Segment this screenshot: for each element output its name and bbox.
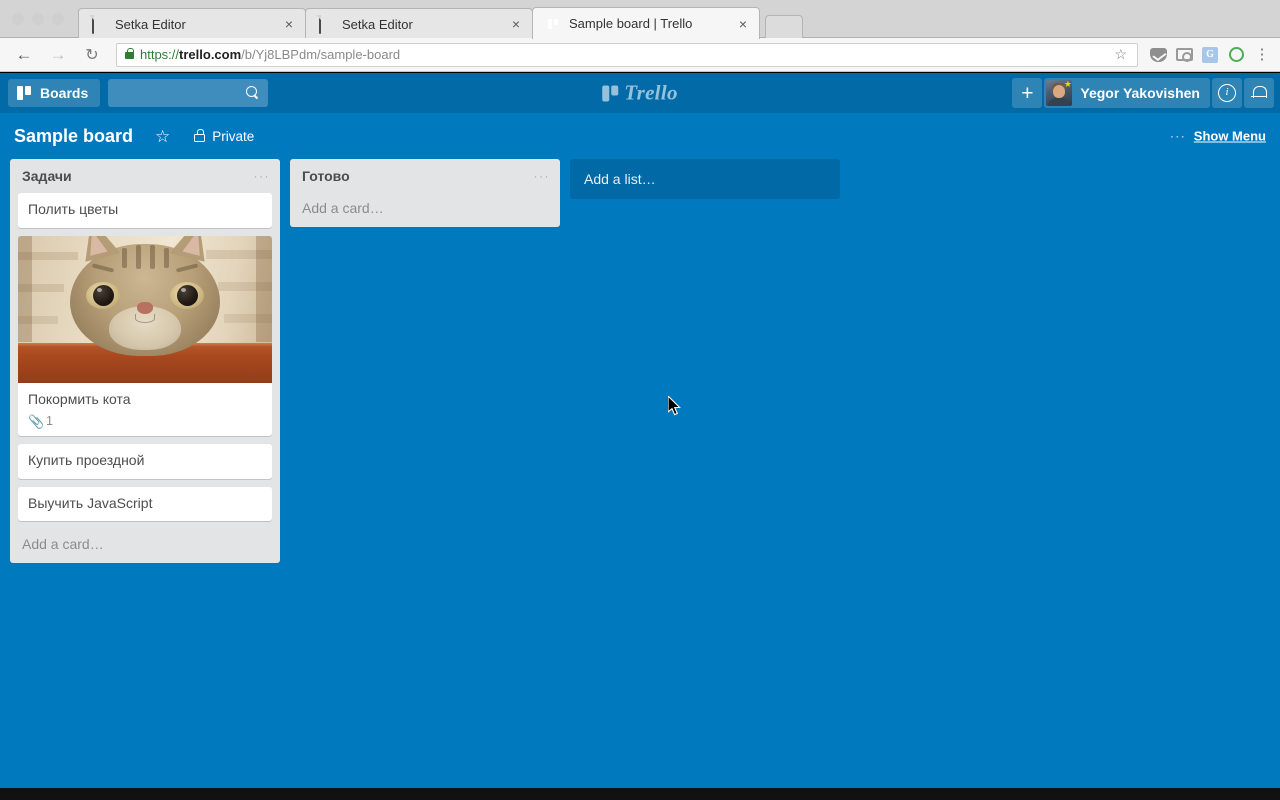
url-text: https://trello.com/b/Yj8LBPdm/sample-boa… — [140, 47, 400, 62]
add-card-button[interactable]: Add a card… — [10, 529, 280, 555]
list-header[interactable]: Готово ··· — [290, 159, 560, 193]
list-title[interactable]: Готово — [302, 168, 534, 184]
plus-icon: + — [1021, 81, 1034, 105]
list-zadachi: Задачи ··· Полить цветы Покормить кота 📎… — [10, 159, 280, 563]
trello-logo[interactable]: Trello — [602, 81, 678, 106]
browser-tab-2[interactable]: Setka Editor × — [305, 8, 533, 39]
card-cover-image — [18, 235, 272, 383]
search-input[interactable] — [108, 79, 269, 107]
mouse-cursor — [668, 396, 681, 416]
ellipsis-icon: ··· — [1169, 128, 1186, 144]
card-badges: 📎 1 — [18, 414, 272, 436]
boards-button[interactable]: Boards — [8, 79, 101, 107]
show-menu-button[interactable]: ··· Show Menu — [1170, 129, 1266, 144]
browser-tab-1[interactable]: Setka Editor × — [78, 8, 306, 39]
google-translate-icon[interactable]: G — [1198, 43, 1222, 67]
info-icon: i — [1218, 84, 1236, 102]
card-title: Купить проездной — [28, 452, 145, 468]
card-list: Полить цветы Покормить кота 📎 1 Купить п… — [10, 193, 280, 521]
list-menu-icon[interactable]: ··· — [534, 170, 551, 182]
minimize-window-button[interactable] — [32, 13, 44, 25]
trello-wordmark: Trello — [624, 80, 678, 105]
lists-container: Задачи ··· Полить цветы Покормить кота 📎… — [0, 159, 1280, 563]
board-header: Sample board ☆ Private ··· Show Menu — [0, 113, 1280, 159]
pocket-icon[interactable] — [1146, 43, 1170, 67]
add-button[interactable]: + — [1012, 78, 1043, 108]
card-title: Покормить кота — [28, 390, 131, 407]
new-tab-button[interactable] — [765, 15, 803, 39]
bell-icon — [1251, 85, 1267, 102]
close-window-button[interactable] — [12, 13, 24, 25]
list-header[interactable]: Задачи ··· — [10, 159, 280, 193]
list-gotovo: Готово ··· Add a card… — [290, 159, 560, 227]
chrome-menu-icon[interactable]: ⋮ — [1250, 43, 1274, 67]
extension-icons: G ⋮ — [1146, 43, 1280, 67]
browser-toolbar: ← → ↻ https://trello.com/b/Yj8LBPdm/samp… — [0, 38, 1280, 72]
list-title[interactable]: Задачи — [22, 168, 254, 184]
tab-title: Setka Editor — [115, 16, 186, 32]
board-visibility[interactable]: Private — [194, 129, 254, 144]
board-canvas: Sample board ☆ Private ··· Show Menu Зад… — [0, 113, 1280, 788]
avatar: ★ — [1046, 80, 1073, 106]
forward-button[interactable]: → — [44, 41, 72, 69]
board-icon — [17, 86, 32, 100]
attachment-count: 1 — [46, 414, 53, 428]
browser-tab-3-active[interactable]: Sample board | Trello × — [532, 7, 760, 39]
card[interactable]: Полить цветы — [18, 193, 272, 228]
visibility-label: Private — [212, 128, 255, 144]
browser-window: Setka Editor × Setka Editor × Sample boa… — [0, 0, 1280, 800]
green-circle-icon[interactable] — [1224, 43, 1248, 67]
tab-title: Sample board | Trello — [569, 16, 693, 31]
tab-title: Setka Editor — [342, 16, 413, 32]
url-host: trello.com — [179, 47, 242, 62]
member-menu-button[interactable]: ★ Yegor Yakovishen — [1044, 78, 1210, 108]
trello-favicon-icon — [545, 16, 561, 32]
document-icon — [318, 15, 334, 34]
url-path: /b/Yj8LBPdm/sample-board — [241, 47, 401, 62]
info-button[interactable]: i — [1212, 78, 1242, 108]
reload-button[interactable]: ↻ — [78, 41, 106, 69]
star-board-icon[interactable]: ☆ — [155, 128, 170, 145]
lock-icon — [125, 48, 134, 59]
bookmark-star-icon[interactable]: ☆ — [1110, 46, 1131, 63]
add-card-button[interactable]: Add a card… — [290, 193, 560, 219]
card-title: Выучить JavaScript — [28, 494, 153, 511]
close-tab-icon[interactable]: × — [281, 16, 297, 32]
back-button[interactable]: ← — [10, 41, 38, 69]
card[interactable]: Покормить кота 📎 1 — [18, 235, 272, 436]
camera-icon[interactable] — [1172, 43, 1196, 67]
tab-strip: Setka Editor × Setka Editor × Sample boa… — [78, 7, 803, 39]
gold-star-badge-icon: ★ — [1063, 80, 1072, 89]
add-list-label: Add a list… — [584, 171, 656, 187]
document-icon — [91, 15, 107, 34]
boards-label: Boards — [40, 85, 89, 101]
url-scheme: https:// — [140, 47, 180, 62]
attachment-icon: 📎 — [28, 413, 45, 429]
card[interactable]: Купить проездной — [18, 444, 272, 479]
close-tab-icon[interactable]: × — [508, 16, 524, 32]
trello-header: Boards Trello + ★ Yegor Yakovishen i — [0, 73, 1280, 113]
card-title: Полить цветы — [28, 201, 119, 217]
bottom-bar — [0, 788, 1280, 800]
list-menu-icon[interactable]: ··· — [254, 170, 271, 182]
board-title[interactable]: Sample board — [14, 126, 133, 147]
close-tab-icon[interactable]: × — [735, 16, 751, 32]
lock-icon — [194, 128, 206, 142]
search-icon[interactable] — [246, 86, 260, 100]
maximize-window-button[interactable] — [52, 13, 64, 25]
window-controls — [12, 13, 64, 25]
member-name: Yegor Yakovishen — [1080, 85, 1200, 101]
show-menu-label: Show Menu — [1193, 128, 1266, 144]
add-list-button[interactable]: Add a list… — [570, 159, 840, 199]
browser-tab-bar: Setka Editor × Setka Editor × Sample boa… — [0, 0, 1280, 39]
trello-board-icon — [602, 85, 619, 101]
card[interactable]: Выучить JavaScript — [18, 486, 272, 521]
address-bar[interactable]: https://trello.com/b/Yj8LBPdm/sample-boa… — [116, 42, 1138, 67]
notifications-button[interactable] — [1244, 78, 1274, 108]
header-right-controls: + ★ Yegor Yakovishen i — [1012, 73, 1274, 113]
